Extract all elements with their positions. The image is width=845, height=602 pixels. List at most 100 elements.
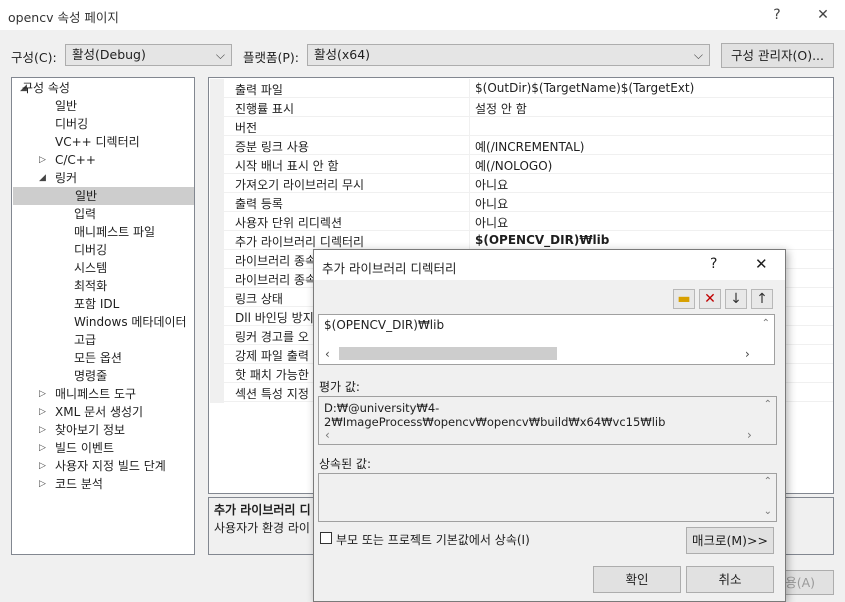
property-row[interactable]: 사용자 단위 리디렉션 아니요 [224, 212, 833, 231]
column-separator [469, 98, 470, 117]
description-title: 추가 라이브러리 디 [214, 503, 311, 517]
collapsed-icon[interactable]: ▷ [39, 403, 46, 421]
tree-item-label: 빌드 이벤트 [55, 441, 115, 455]
property-row[interactable]: 출력 등록 아니요 [224, 193, 833, 212]
property-name: 버전 [235, 121, 258, 135]
platform-combo-value: 활성(x64) [314, 47, 371, 62]
column-separator [469, 231, 470, 250]
description-text: 사용자가 환경 라이 [214, 521, 310, 535]
tree-item[interactable]: 일반 [13, 187, 194, 205]
property-row[interactable]: 증분 링크 사용 예(/INCREMENTAL) [224, 136, 833, 155]
column-separator [469, 212, 470, 231]
inherited-value-box: ⌃ ⌄ [318, 473, 777, 522]
collapsed-icon[interactable]: ▷ [39, 439, 46, 457]
new-folder-icon[interactable]: ▬ [673, 289, 695, 309]
move-up-icon[interactable]: ↑ [751, 289, 773, 309]
expanded-icon[interactable]: ◢ [39, 169, 46, 187]
property-value[interactable]: $(OPENCV_DIR)₩lib [475, 233, 609, 247]
directory-list-item[interactable]: $(OPENCV_DIR)₩lib [324, 318, 444, 332]
tree-item-label: 포함 IDL [74, 297, 120, 311]
collapsed-icon[interactable]: ▷ [39, 457, 46, 475]
platform-combo[interactable]: 활성(x64) ⌵ [307, 44, 710, 66]
tree-item-label: 시스템 [74, 261, 108, 275]
property-value[interactable]: 아니요 [475, 176, 508, 193]
property-value[interactable]: $(OutDir)$(TargetName)$(TargetExt) [475, 81, 694, 95]
property-row[interactable]: 출력 파일 $(OutDir)$(TargetName)$(TargetExt) [224, 79, 833, 98]
scroll-up-icon[interactable]: ⌃ [764, 476, 772, 487]
scroll-right-icon[interactable]: › [745, 347, 750, 361]
property-value[interactable]: 예(/INCREMENTAL) [475, 138, 584, 155]
column-separator [469, 155, 470, 174]
tree-item-label: 고급 [74, 333, 97, 347]
config-manager-button[interactable]: 구성 관리자(O)... [721, 43, 834, 68]
tree-item-label: 링커 [55, 171, 78, 185]
delete-icon[interactable]: ✕ [699, 289, 721, 309]
property-row[interactable]: 진행률 표시 설정 안 함 [224, 98, 833, 117]
config-label: 구성(C): [11, 50, 57, 65]
horizontal-scrollbar-thumb[interactable] [339, 347, 557, 360]
evaluated-value-label: 평가 값: [319, 380, 360, 394]
property-value[interactable]: 아니요 [475, 214, 508, 231]
dialog-help-button[interactable]: ? [710, 256, 717, 272]
tree-item-label: 명령줄 [74, 369, 108, 383]
tree-item-label: 구성 속성 [22, 81, 70, 95]
property-name: 강제 파일 출력 [235, 349, 309, 363]
tree-item-label: 모든 옵션 [74, 351, 122, 365]
directory-list[interactable]: $(OPENCV_DIR)₩lib ⌃ ‹ › [318, 314, 775, 365]
property-name: 추가 라이브러리 디렉터리 [235, 235, 365, 249]
column-separator [469, 174, 470, 193]
inherit-checkbox-label: 부모 또는 프로젝트 기본값에서 상속(I) [336, 533, 530, 547]
help-button[interactable]: ? [766, 5, 788, 25]
scroll-left-icon[interactable]: ‹ [325, 347, 330, 361]
evaluated-value-box: D:₩@university₩4-2₩ImageProcess₩opencv₩o… [318, 396, 777, 445]
cancel-button[interactable]: 취소 [686, 566, 774, 593]
property-name: 링커 경고를 오 [235, 330, 309, 344]
tree-item-label: 일반 [75, 189, 98, 203]
close-icon[interactable]: ✕ [812, 5, 834, 25]
collapsed-icon[interactable]: ▷ [39, 385, 46, 403]
tree-item-label: 최적화 [74, 279, 108, 293]
property-value[interactable]: 예(/NOLOGO) [475, 157, 552, 174]
scroll-up-icon[interactable]: ⌃ [762, 318, 770, 329]
tree-item-label: 사용자 지정 빌드 단계 [55, 459, 166, 473]
collapsed-icon[interactable]: ▷ [39, 151, 46, 169]
window-titlebar: opencv 속성 페이지 ? ✕ [0, 0, 845, 30]
property-row[interactable]: 시작 배너 표시 안 함 예(/NOLOGO) [224, 155, 833, 174]
property-name: 가져오기 라이브러리 무시 [235, 178, 365, 192]
inherit-checkbox[interactable] [320, 532, 332, 544]
collapsed-icon[interactable]: ▷ [39, 475, 46, 493]
property-name: 출력 등록 [235, 197, 283, 211]
tree-item-label: 디버깅 [55, 117, 89, 131]
platform-label: 플랫폼(P): [243, 50, 300, 65]
property-row[interactable]: 추가 라이브러리 디렉터리 $(OPENCV_DIR)₩lib [224, 231, 833, 250]
property-row[interactable]: 버전 [224, 117, 833, 136]
scroll-right-icon[interactable]: › [747, 428, 752, 442]
macro-button[interactable]: 매크로(M)>> [686, 527, 774, 554]
move-down-icon[interactable]: ↓ [725, 289, 747, 309]
column-separator [469, 117, 470, 136]
chevron-down-icon: ⌵ [215, 48, 225, 62]
tree-item-label: 찾아보기 정보 [55, 423, 126, 437]
property-row[interactable]: 가져오기 라이브러리 무시 아니요 [224, 174, 833, 193]
inherited-value-label: 상속된 값: [319, 457, 372, 471]
tree-item-label: 매니페스트 도구 [55, 387, 137, 401]
tree-item-label: 매니페스트 파일 [74, 225, 156, 239]
window-title: opencv 속성 페이지 [8, 10, 119, 25]
property-tree: ◢ 구성 속성 일반 디버깅 VC++ 디렉터리 ▷ C/C++ ◢ 링커 일반 입력 매니페스트 파… [11, 77, 195, 555]
property-name: 시작 배너 표시 안 함 [235, 159, 339, 173]
property-name: 섹션 특성 지정 [235, 387, 309, 401]
tree-item-label: VC++ 디렉터리 [55, 135, 140, 149]
scroll-left-icon[interactable]: ‹ [325, 428, 330, 442]
tree-item-label: 디버깅 [74, 243, 108, 257]
column-separator [469, 136, 470, 155]
dialog-close-icon[interactable]: ✕ [755, 255, 768, 273]
scroll-up-icon[interactable]: ⌃ [764, 399, 772, 410]
config-combo[interactable]: 활성(Debug) ⌵ [65, 44, 232, 66]
property-value[interactable]: 설정 안 함 [475, 100, 527, 117]
ok-button[interactable]: 확인 [593, 566, 681, 593]
property-name: 핫 패치 가능한 [235, 368, 309, 382]
tree-item-label: 입력 [74, 207, 97, 221]
collapsed-icon[interactable]: ▷ [39, 421, 46, 439]
property-value[interactable]: 아니요 [475, 195, 508, 212]
scroll-down-icon[interactable]: ⌄ [764, 506, 772, 517]
